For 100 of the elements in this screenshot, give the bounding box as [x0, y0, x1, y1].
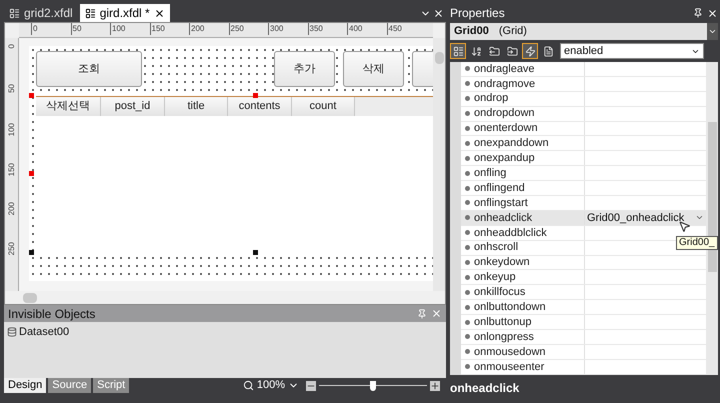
object-item[interactable]: Dataset00 [7, 324, 443, 340]
form-button[interactable]: 추가 [274, 51, 335, 87]
document-tab[interactable]: grid2.xfdl [4, 4, 78, 22]
document-tab[interactable]: gird.xfdl * [80, 4, 170, 22]
status-text: onheadclick [450, 380, 520, 396]
filter-dropdown[interactable]: enabled [560, 43, 704, 59]
bullet-icon [465, 186, 470, 191]
property-row[interactable]: onexpanddown [461, 136, 706, 152]
property-name: ondrop [474, 91, 508, 106]
form-button[interactable]: 삭제 [343, 51, 404, 87]
bullet-icon [465, 215, 470, 220]
property-name: onlongpress [474, 330, 534, 345]
bullet-icon [465, 334, 470, 340]
property-name: onkeyup [474, 270, 516, 286]
pin-icon[interactable] [693, 8, 703, 18]
column-header[interactable]: post_id [101, 97, 165, 116]
column-header[interactable]: 삭제선택 [36, 97, 101, 116]
list-icon[interactable] [450, 43, 466, 59]
column-header[interactable]: contents [228, 97, 292, 116]
property-row[interactable]: ondragmove [461, 76, 706, 92]
bullet-icon [465, 245, 470, 250]
ruler-label: 300 [268, 23, 284, 35]
property-row[interactable]: onflingend [461, 181, 706, 196]
form-button[interactable]: 조회 [36, 51, 142, 87]
grid-control[interactable]: 삭제선택 post_id title contents count [36, 96, 433, 252]
ruler-label: 200 [189, 23, 204, 35]
ruler-label: 0 [7, 44, 16, 48]
zoom-value: 100% [256, 378, 285, 394]
column-header[interactable]: title [165, 97, 228, 116]
property-name: onhscroll [474, 240, 518, 256]
bullet-icon [465, 111, 470, 116]
close-icon[interactable] [154, 8, 165, 18]
property-row[interactable]: ondragleave [461, 62, 706, 77]
lightning-icon[interactable] [522, 43, 538, 59]
ruler-label: 0 [31, 23, 38, 35]
property-row[interactable]: onlbuttondown [461, 300, 706, 316]
property-row[interactable]: onlbuttonup [461, 315, 706, 330]
panel-title: Invisible Objects [8, 306, 96, 322]
close-icon[interactable] [433, 8, 444, 19]
property-name: ondragleave [474, 62, 535, 77]
property-value: Grid00_onheadclick [587, 210, 686, 226]
bullet-icon [465, 274, 470, 280]
property-name: onenterdown [474, 121, 538, 136]
property-row[interactable]: onenterdown [461, 122, 706, 136]
ruler-label: 100 [7, 123, 16, 136]
property-name: onflingend [474, 180, 525, 196]
bullet-icon [465, 290, 470, 295]
bullet-icon [465, 200, 470, 206]
object-name: Grid00 [454, 24, 489, 40]
property-name: onlbuttonup [474, 314, 532, 330]
zoom-in-icon[interactable] [430, 380, 440, 390]
view-tab[interactable]: Design [4, 378, 46, 393]
column-header[interactable]: count [292, 97, 355, 116]
property-row[interactable]: onkeyup [461, 270, 706, 286]
bullet-icon [465, 170, 470, 176]
bullet-icon [465, 126, 470, 131]
selection-handle[interactable] [253, 250, 258, 255]
property-name: onmouseenter [474, 360, 544, 375]
property-row[interactable]: onlongpress [461, 330, 706, 345]
property-row[interactable]: onfling [461, 166, 706, 182]
ruler-label: 250 [228, 23, 244, 35]
selection-handle[interactable] [253, 93, 258, 98]
zoom-out-icon[interactable] [306, 380, 316, 390]
property-row[interactable]: onexpandup [461, 151, 706, 166]
ruler-label: 150 [150, 23, 165, 35]
ruler-label: 50 [7, 84, 16, 92]
bullet-icon [465, 140, 470, 146]
property-name: onexpandup [474, 151, 535, 166]
bullet-icon [465, 304, 470, 310]
property-row[interactable]: onmouseenter [461, 360, 706, 375]
vertical-scrollbar[interactable] [433, 38, 445, 291]
form-icon [84, 8, 96, 18]
property-name: onflingstart [474, 196, 528, 211]
property-row[interactable]: onkeydown [461, 256, 706, 270]
property-row[interactable]: onmousedown [461, 344, 706, 360]
property-row[interactable]: ondrop [461, 92, 706, 107]
object-selector[interactable]: Grid00 (Grid) [450, 23, 718, 40]
tooltip: Grid00_ [676, 236, 718, 250]
property-row[interactable]: onheadclick Grid00_onheadclick [461, 210, 706, 226]
property-row[interactable]: ondropdown [461, 106, 706, 122]
close-icon[interactable] [707, 8, 718, 18]
ruler-label: 100 [110, 23, 126, 35]
selection-handle[interactable] [29, 93, 34, 98]
property-name: onkillfocus [474, 285, 526, 300]
property-name: onkeydown [474, 255, 530, 270]
object-type: (Grid) [498, 24, 528, 40]
bullet-icon [465, 81, 470, 86]
property-row[interactable]: onkillfocus [461, 285, 706, 300]
selection-handle[interactable] [29, 250, 34, 255]
bullet-icon [465, 349, 470, 354]
form-icon [9, 8, 20, 18]
bullet-icon [465, 66, 470, 72]
bullet-icon [465, 260, 470, 266]
property-name: onmousedown [474, 344, 546, 360]
selection-handle[interactable] [29, 171, 34, 176]
property-name: onheaddblclick [474, 226, 547, 240]
zoom-icon[interactable] [242, 380, 254, 391]
ruler-label: 350 [308, 23, 323, 35]
bullet-icon [465, 364, 470, 370]
zoom-slider[interactable] [319, 380, 427, 390]
